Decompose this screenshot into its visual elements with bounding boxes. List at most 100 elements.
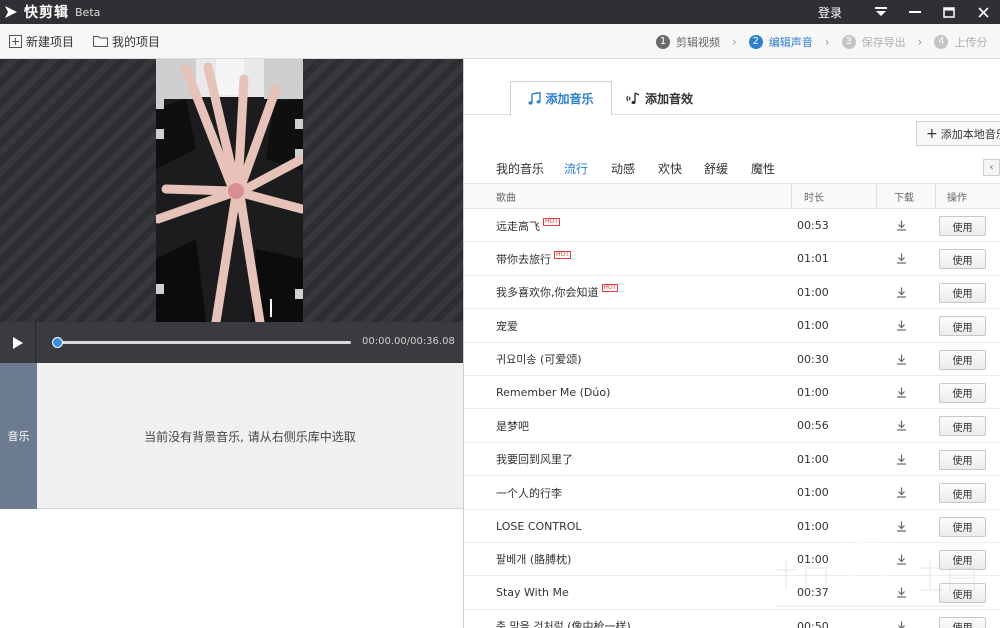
- song-title: Remember Me (Dúo): [496, 385, 611, 399]
- song-row[interactable]: 是梦吧 00:56 使用: [464, 409, 1000, 443]
- category-soothing[interactable]: 舒缓: [704, 160, 728, 177]
- use-song-button[interactable]: 使用: [939, 349, 986, 370]
- download-button[interactable]: [894, 309, 908, 342]
- song-duration: 00:50: [797, 619, 829, 628]
- hot-badge: HOT: [554, 250, 571, 259]
- close-button[interactable]: [966, 0, 1000, 24]
- play-icon: [12, 336, 23, 349]
- use-song-button[interactable]: 使用: [939, 316, 986, 337]
- song-row[interactable]: 귀요미송 (可爱颂) 00:30 使用: [464, 343, 1000, 376]
- song-title-cell: 我多喜欢你,你会知道 HOT: [496, 276, 619, 309]
- step-label: 上传分: [954, 35, 988, 49]
- tab-add-sfx[interactable]: 添加音效: [626, 81, 693, 115]
- music-track-label: 音乐: [0, 363, 37, 509]
- song-row[interactable]: 带你去旅行 HOT 01:01 使用: [464, 242, 1000, 276]
- song-duration: 00:37: [797, 586, 829, 600]
- download-icon: [896, 287, 906, 298]
- use-song-button[interactable]: 使用: [939, 282, 986, 303]
- song-title: 귀요미송 (可爱颂): [496, 353, 582, 367]
- login-link[interactable]: 登录: [818, 4, 842, 21]
- song-row[interactable]: 팔베개 (胳膊枕) 01:00 使用: [464, 543, 1000, 577]
- column-title: 歌曲: [496, 192, 516, 204]
- download-button[interactable]: [894, 543, 908, 576]
- column-divider: [876, 184, 877, 208]
- workflow-steps: 1 剪辑视频 › 2 编辑声音 › 3 保存导出 › 4 上传分: [656, 24, 987, 59]
- download-button[interactable]: [894, 443, 908, 476]
- song-title-cell: 팔베개 (胳膊枕): [496, 543, 571, 576]
- minimize-icon: [909, 11, 921, 13]
- use-song-button[interactable]: 使用: [939, 583, 986, 604]
- download-button[interactable]: [894, 242, 908, 275]
- seek-bar[interactable]: [52, 337, 351, 348]
- song-row[interactable]: 我要回到风里了 01:00 使用: [464, 443, 1000, 477]
- category-my-music[interactable]: 我的音乐: [496, 160, 544, 177]
- use-song-button[interactable]: 使用: [939, 449, 986, 470]
- song-title: 带你去旅行: [496, 252, 551, 266]
- song-title-cell: 远走高飞 HOT: [496, 209, 560, 242]
- step-number: 3: [841, 34, 856, 49]
- use-song-button[interactable]: 使用: [939, 516, 986, 537]
- column-download: 下载: [894, 192, 914, 204]
- download-button[interactable]: [894, 610, 908, 628]
- category-magic[interactable]: 魔性: [751, 160, 775, 177]
- download-button[interactable]: [894, 276, 908, 309]
- my-projects-label: 我的项目: [112, 34, 161, 49]
- song-row[interactable]: Remember Me (Dúo) 01:00 使用: [464, 376, 1000, 410]
- song-row[interactable]: 춤 맞을 것처럼 (像中枪一样) 00:50 使用: [464, 610, 1000, 628]
- song-row[interactable]: Stay With Me 00:37 使用: [464, 576, 1000, 610]
- song-row[interactable]: LOSE CONTROL 01:00 使用: [464, 510, 1000, 543]
- song-duration: 00:53: [797, 219, 829, 232]
- video-frame[interactable]: [156, 59, 303, 322]
- use-song-button[interactable]: 使用: [939, 216, 986, 236]
- music-track: 音乐 当前没有背景音乐, 请从右侧乐库中选取: [0, 363, 463, 509]
- tab-add-music[interactable]: 添加音乐: [510, 81, 612, 116]
- step-edit-audio[interactable]: 2 编辑声音: [748, 34, 813, 50]
- minimize-button[interactable]: [898, 0, 932, 24]
- category-dynamic[interactable]: 动感: [611, 160, 635, 177]
- download-button[interactable]: [894, 476, 908, 509]
- use-song-button[interactable]: 使用: [939, 483, 986, 504]
- song-row[interactable]: 远走高飞 HOT 00:53 使用: [464, 209, 1000, 243]
- song-duration: 01:00: [797, 519, 829, 533]
- category-cheerful[interactable]: 欢快: [658, 160, 682, 177]
- my-projects-button[interactable]: 我的项目: [93, 33, 160, 50]
- use-song-button[interactable]: 使用: [939, 549, 986, 570]
- add-local-music-button[interactable]: + 添加本地音乐: [916, 121, 1000, 146]
- download-button[interactable]: [894, 209, 908, 242]
- song-duration: 01:01: [797, 252, 829, 266]
- song-title: Stay With Me: [496, 586, 569, 600]
- new-project-button[interactable]: 新建项目: [9, 33, 74, 50]
- download-icon: [896, 487, 906, 498]
- song-row[interactable]: 一个人的行李 01:00 使用: [464, 476, 1000, 510]
- song-title: 춤 맞을 것처럼 (像中枪一样): [496, 620, 631, 628]
- seek-thumb[interactable]: [52, 337, 63, 348]
- download-icon: [896, 387, 906, 398]
- song-title: LOSE CONTROL: [496, 519, 582, 533]
- download-button[interactable]: [894, 409, 908, 442]
- step-save-export[interactable]: 3 保存导出: [841, 34, 906, 50]
- song-row[interactable]: 我多喜欢你,你会知道 HOT 01:00 使用: [464, 276, 1000, 310]
- download-icon: [896, 420, 906, 431]
- category-scroll-left-button[interactable]: ‹: [983, 159, 1000, 176]
- maximize-button[interactable]: [932, 0, 966, 24]
- use-song-button[interactable]: 使用: [939, 616, 986, 628]
- download-button[interactable]: [894, 576, 908, 609]
- play-button[interactable]: [0, 322, 36, 363]
- download-button[interactable]: [894, 510, 908, 543]
- use-song-button[interactable]: 使用: [939, 382, 986, 403]
- use-song-button[interactable]: 使用: [939, 416, 986, 437]
- step-upload-share[interactable]: 4 上传分: [934, 34, 987, 50]
- step-edit-video[interactable]: 1 剪辑视频: [656, 34, 720, 50]
- menu-button[interactable]: [864, 0, 898, 24]
- category-pop[interactable]: 流行: [564, 160, 588, 177]
- song-row[interactable]: 宠爱 01:00 使用: [464, 309, 1000, 343]
- download-button[interactable]: [894, 343, 908, 376]
- song-title-cell: 我要回到风里了: [496, 443, 573, 476]
- song-title: 我要回到风里了: [496, 453, 573, 467]
- sound-effect-icon: [626, 91, 640, 104]
- hot-badge: HOT: [543, 217, 560, 226]
- app-window: 快剪辑 Beta 登录 新建项目 我的项目 1 剪辑视频 › 2 编辑声音 › …: [0, 0, 1000, 628]
- use-song-button[interactable]: 使用: [939, 249, 986, 270]
- download-button[interactable]: [894, 376, 908, 409]
- library-type-tabs: 添加音乐 添加音效: [464, 59, 1000, 116]
